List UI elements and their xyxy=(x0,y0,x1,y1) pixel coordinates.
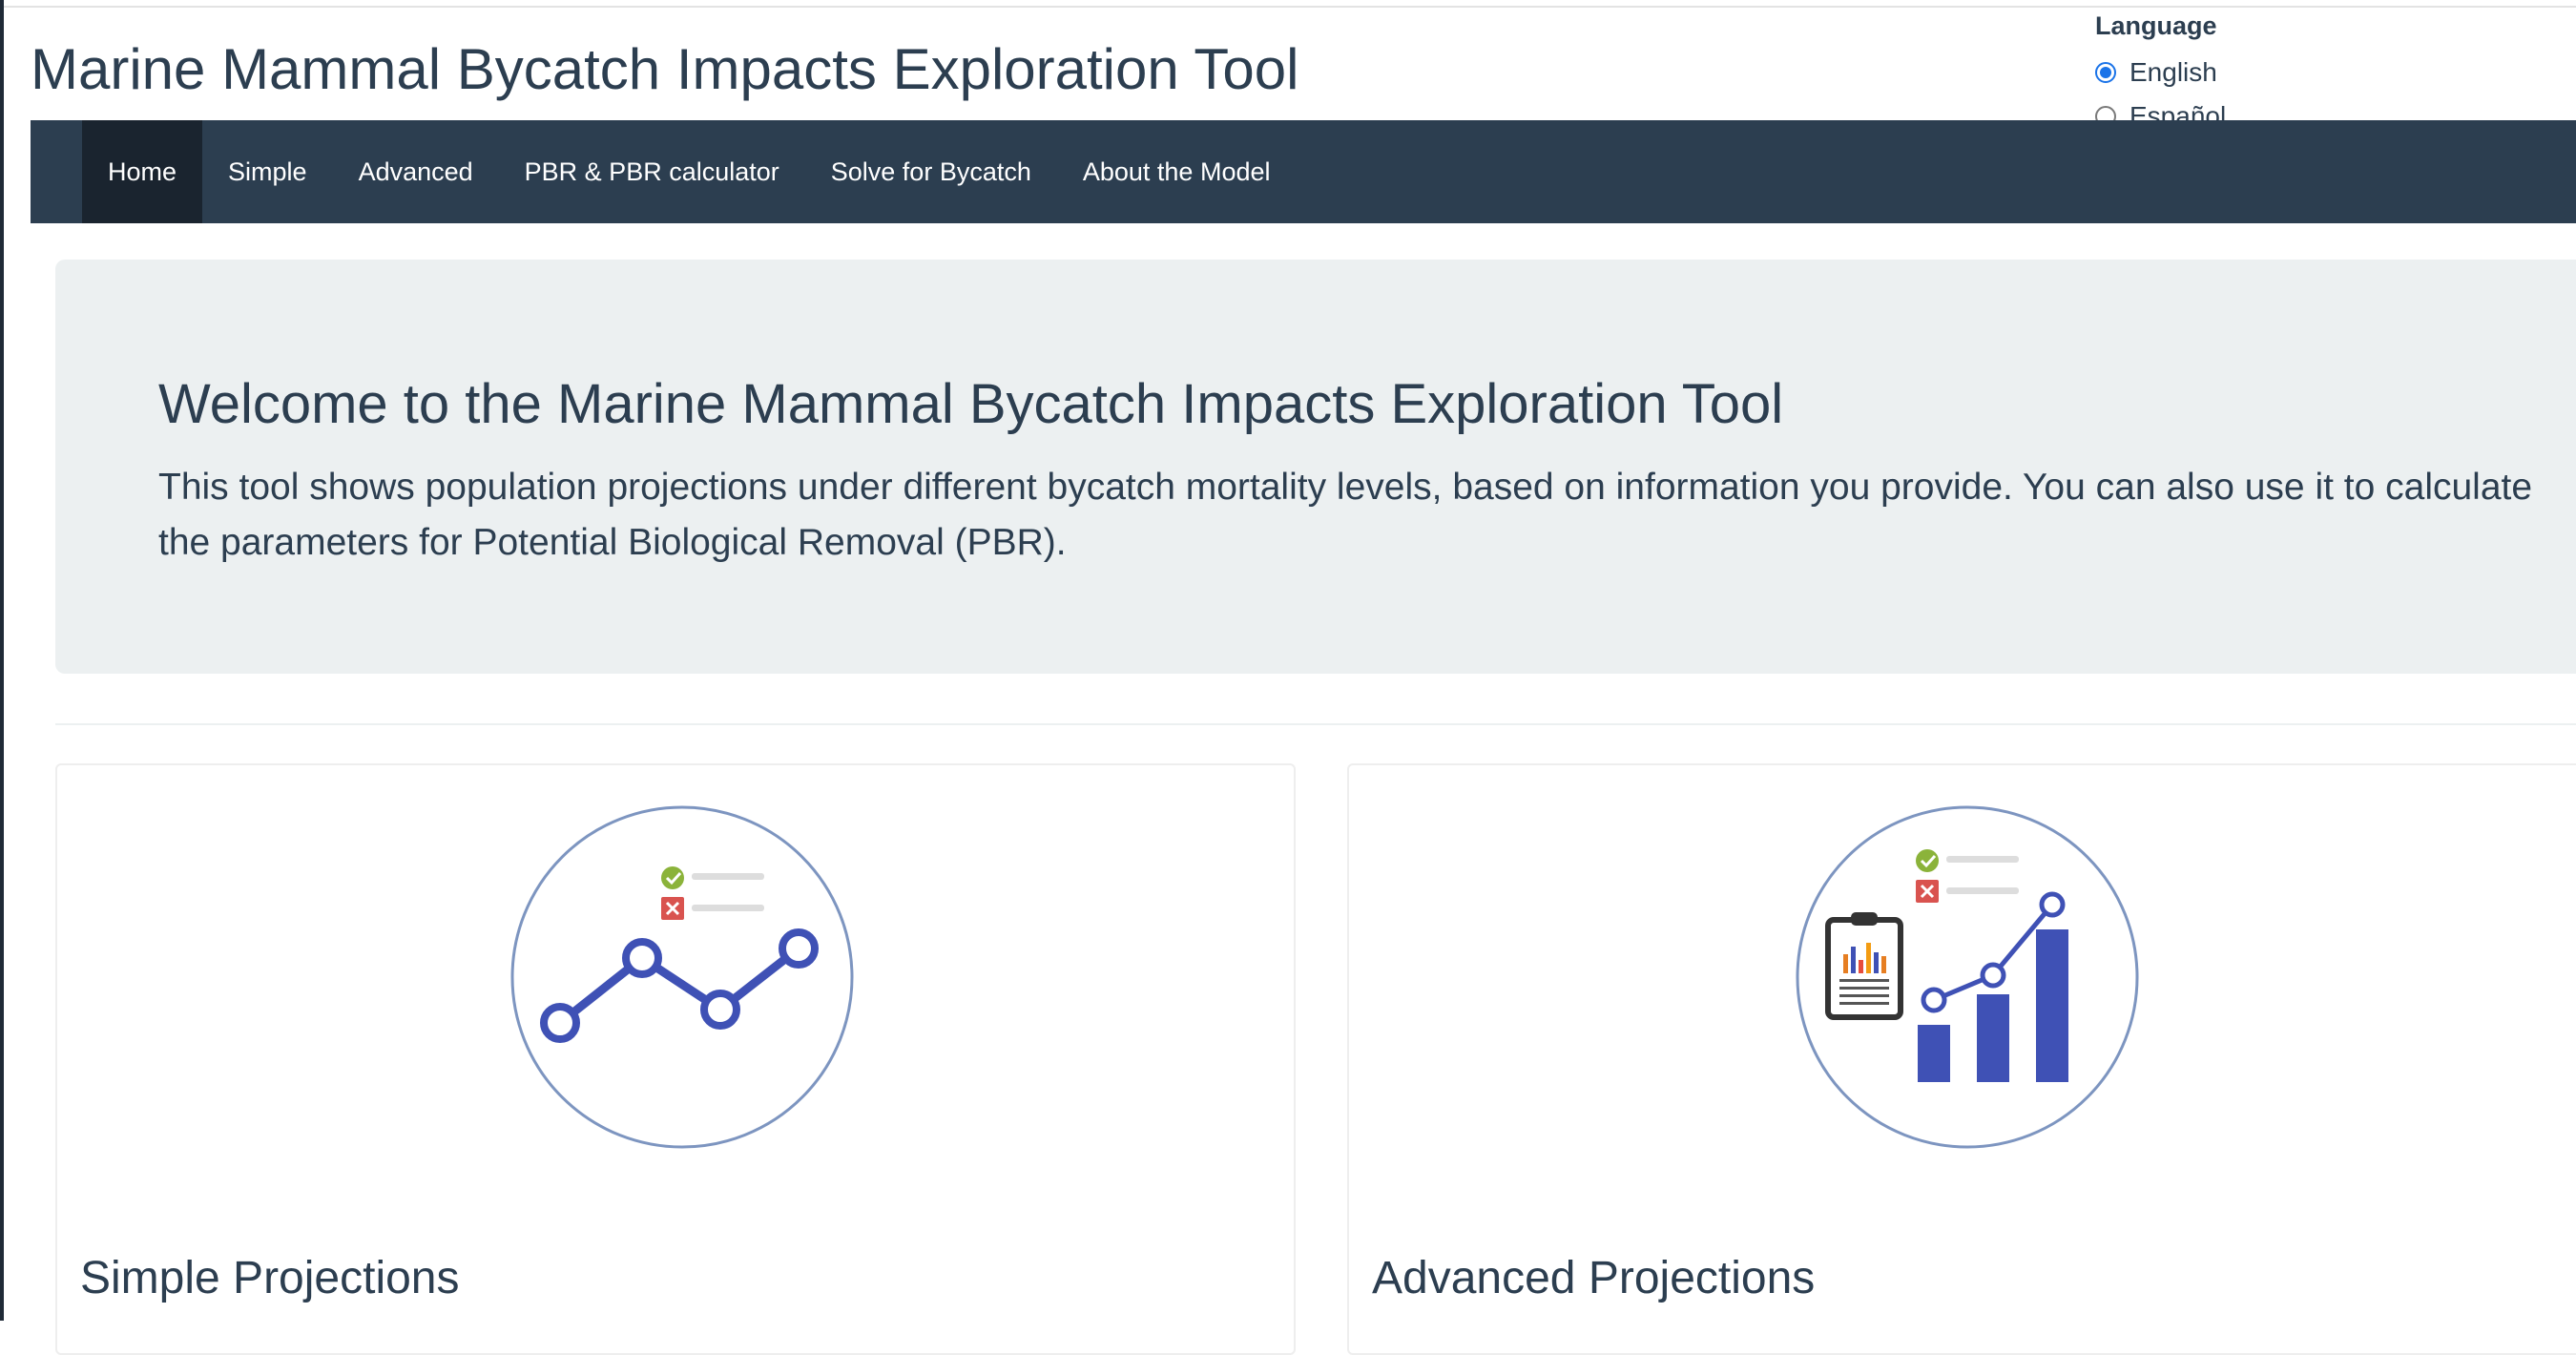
nav-solve-for-bycatch[interactable]: Solve for Bycatch xyxy=(805,120,1057,223)
language-label: Language xyxy=(2095,11,2217,40)
nav-about-the-model[interactable]: About the Model xyxy=(1057,120,1297,223)
main-navbar: Home Simple Advanced PBR & PBR calculato… xyxy=(31,120,2576,223)
simple-projections-card[interactable]: Simple Projections xyxy=(55,763,1296,1355)
bar-chart-icon xyxy=(1796,805,2139,1149)
language-option-label: Español xyxy=(2129,101,2227,120)
app-title: Marine Mammal Bycatch Impacts Exploratio… xyxy=(31,37,1299,101)
nav-advanced[interactable]: Advanced xyxy=(333,120,499,223)
nav-simple[interactable]: Simple xyxy=(202,120,333,223)
advanced-projections-title: Advanced Projections xyxy=(1372,1253,1816,1303)
language-option-label: English xyxy=(2129,57,2217,87)
language-selector: Language English Español xyxy=(2095,10,2439,120)
nav-home[interactable]: Home xyxy=(82,120,203,223)
radio-spanish[interactable] xyxy=(2095,106,2116,120)
welcome-jumbotron: Welcome to the Marine Mammal Bycatch Imp… xyxy=(55,260,2576,674)
welcome-title: Welcome to the Marine Mammal Bycatch Imp… xyxy=(158,373,1784,435)
top-divider xyxy=(4,6,2576,8)
simple-projections-title: Simple Projections xyxy=(80,1253,460,1303)
window-left-edge xyxy=(0,0,4,1321)
advanced-projections-card[interactable]: Advanced Projections xyxy=(1347,763,2576,1355)
welcome-description: This tool shows population projections u… xyxy=(158,467,2533,563)
radio-english[interactable] xyxy=(2095,62,2116,83)
section-divider xyxy=(55,723,2576,725)
language-option-spanish[interactable]: Español xyxy=(2095,94,2439,120)
language-option-english[interactable]: English xyxy=(2095,51,2439,94)
nav-pbr-calculator[interactable]: PBR & PBR calculator xyxy=(499,120,805,223)
line-chart-icon xyxy=(510,805,854,1149)
